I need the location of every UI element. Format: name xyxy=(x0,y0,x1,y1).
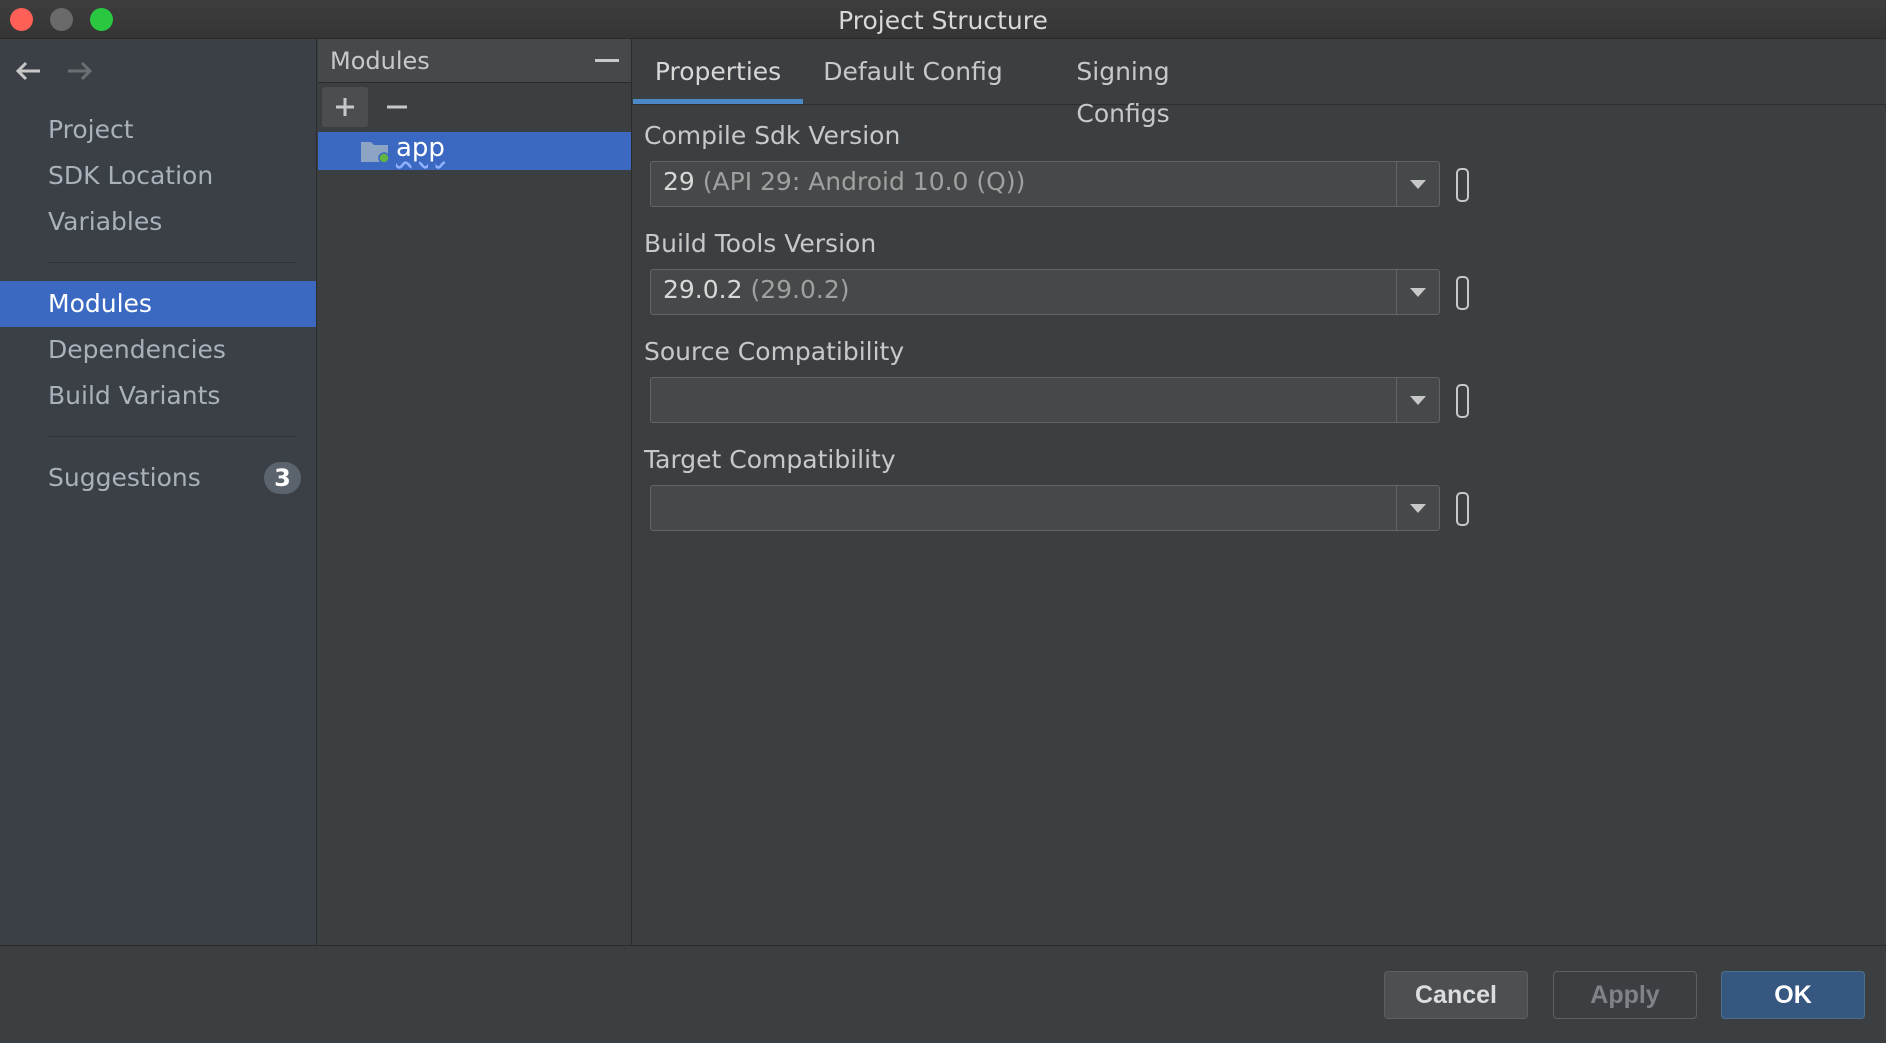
nav-item-build-variants[interactable]: Build Variants xyxy=(0,373,316,419)
module-folder-icon xyxy=(360,138,390,164)
variable-toggle-icon[interactable] xyxy=(1456,384,1469,418)
module-name: app xyxy=(396,133,445,163)
dropdown-arrow-icon[interactable] xyxy=(1396,270,1439,314)
target-compatibility-combobox[interactable] xyxy=(650,485,1440,531)
nav-item-label: Project xyxy=(48,115,134,144)
modules-header: Modules xyxy=(318,39,631,83)
window-title: Project Structure xyxy=(838,6,1048,35)
back-arrow-icon[interactable] xyxy=(10,53,46,89)
forward-arrow-icon[interactable] xyxy=(62,53,98,89)
nav-item-label: Build Variants xyxy=(48,381,221,410)
active-tab-indicator xyxy=(633,99,803,104)
nav-item-label: Suggestions xyxy=(48,463,201,492)
combobox-value-hint: (29.0.2) xyxy=(750,275,850,304)
tab-signing-configs[interactable]: Signing Configs xyxy=(1031,51,1215,128)
combobox-value-main: 29 xyxy=(663,167,695,196)
suggestions-count-badge: 3 xyxy=(264,462,301,494)
apply-button[interactable]: Apply xyxy=(1553,971,1697,1019)
variable-toggle-icon[interactable] xyxy=(1456,276,1469,310)
modules-toolbar xyxy=(318,83,631,131)
nav-item-label: SDK Location xyxy=(48,161,214,190)
tab-label: Properties xyxy=(654,57,782,86)
left-nav: Project SDK Location Variables Modules D… xyxy=(0,39,317,945)
minus-icon xyxy=(387,105,407,109)
ok-button[interactable]: OK xyxy=(1721,971,1865,1019)
combobox-value: 29 (API 29: Android 10.0 (Q)) xyxy=(663,167,1025,196)
nav-item-label: Variables xyxy=(48,207,163,236)
collapse-panel-icon[interactable] xyxy=(595,59,619,62)
source-compatibility-label: Source Compatibility xyxy=(644,337,905,366)
remove-module-button[interactable] xyxy=(374,87,420,127)
nav-item-label: Dependencies xyxy=(48,335,226,364)
nav-item-label: Modules xyxy=(48,289,152,318)
nav-item-sdk-location[interactable]: SDK Location xyxy=(0,153,316,199)
combobox-value-hint: (API 29: Android 10.0 (Q)) xyxy=(702,167,1026,196)
variable-toggle-icon[interactable] xyxy=(1456,492,1469,526)
combobox-value-main: 29.0.2 xyxy=(663,275,743,304)
build-tools-combobox[interactable]: 29.0.2 (29.0.2) xyxy=(650,269,1440,315)
module-item-app[interactable]: app xyxy=(318,132,631,170)
cancel-button[interactable]: Cancel xyxy=(1384,971,1528,1019)
nav-item-modules[interactable]: Modules xyxy=(0,281,316,327)
dropdown-arrow-icon[interactable] xyxy=(1396,378,1439,422)
dropdown-arrow-icon[interactable] xyxy=(1396,162,1439,206)
nav-item-dependencies[interactable]: Dependencies xyxy=(0,327,316,373)
compile-sdk-combobox[interactable]: 29 (API 29: Android 10.0 (Q)) xyxy=(650,161,1440,207)
modules-header-title: Modules xyxy=(330,47,430,75)
title-bar: Project Structure xyxy=(0,0,1886,39)
build-tools-label: Build Tools Version xyxy=(644,229,877,258)
tab-bar: Properties Default Config Signing Config… xyxy=(633,39,1886,128)
tab-label: Signing Configs xyxy=(1076,57,1170,128)
compile-sdk-label: Compile Sdk Version xyxy=(644,121,901,150)
nav-divider xyxy=(48,262,296,263)
tab-label: Default Config xyxy=(823,57,1003,86)
nav-divider xyxy=(48,436,296,437)
plus-icon xyxy=(336,98,354,116)
tab-default-config[interactable]: Default Config xyxy=(823,51,1003,103)
properties-panel: Properties Default Config Signing Config… xyxy=(633,39,1886,945)
nav-item-suggestions[interactable]: Suggestions 3 xyxy=(0,455,316,501)
modules-panel: Modules app xyxy=(318,39,632,945)
source-compatibility-combobox[interactable] xyxy=(650,377,1440,423)
add-module-button[interactable] xyxy=(322,87,368,127)
dropdown-arrow-icon[interactable] xyxy=(1396,486,1439,530)
nav-item-project[interactable]: Project xyxy=(0,107,316,153)
variable-toggle-icon[interactable] xyxy=(1456,168,1469,202)
combobox-value: 29.0.2 (29.0.2) xyxy=(663,275,850,304)
tab-properties[interactable]: Properties xyxy=(633,51,803,104)
nav-item-variables[interactable]: Variables xyxy=(0,199,316,245)
dialog-button-bar: Cancel Apply OK xyxy=(0,945,1886,1043)
target-compatibility-label: Target Compatibility xyxy=(644,445,896,474)
